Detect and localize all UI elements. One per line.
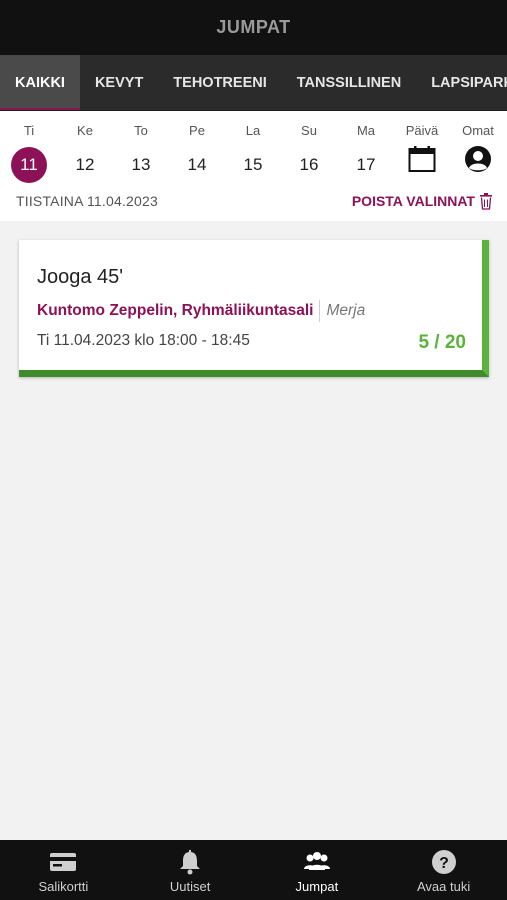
class-instructor: Merja (326, 302, 366, 319)
day-sunday[interactable]: Su 16 (281, 123, 337, 183)
clear-selections-label: POISTA VALINNAT (351, 193, 475, 209)
tab-kaikki[interactable]: KAIKKI (0, 55, 80, 110)
day-number: 13 (131, 155, 151, 174)
day-number: 17 (356, 155, 376, 174)
bottom-navigation: Salikortti Uutiset Jumpat ? Avaa tuki (0, 840, 507, 900)
day-friday[interactable]: Pe 14 (169, 123, 225, 183)
day-saturday[interactable]: La 15 (225, 123, 281, 183)
tab-label: TANSSILLINEN (296, 75, 402, 91)
day-wednesday[interactable]: Ke 12 (57, 123, 113, 183)
nav-label: Avaa tuki (417, 879, 471, 894)
page-title: JUMPAT (216, 17, 291, 37)
day-label: To (134, 123, 148, 138)
class-location-row: Kuntomo Zeppelin, Ryhmäliikuntasali Merj… (37, 300, 365, 322)
class-location: Kuntomo Zeppelin, Ryhmäliikuntasali (37, 302, 314, 319)
nav-salikortti[interactable]: Salikortti (0, 840, 127, 900)
nav-label: Uutiset (169, 879, 211, 894)
day-label: La (245, 123, 261, 138)
day-monday[interactable]: Ma 17 (338, 123, 394, 183)
day-number-selected: 11 (11, 147, 47, 183)
clear-selections-button[interactable]: POISTA VALINNAT (351, 192, 493, 210)
day-label: Ti (23, 123, 35, 138)
tab-tehotreeni[interactable]: TEHOTREENI (158, 55, 281, 110)
class-title: Jooga 45' (37, 266, 124, 288)
day-label: Su (301, 123, 317, 138)
tab-label: KEVYT (94, 75, 144, 91)
tab-label: LAPSIPARKKI (431, 75, 507, 91)
tab-kevyt[interactable]: KEVYT (80, 55, 158, 110)
day-number: 14 (187, 155, 207, 174)
svg-text:?: ? (439, 855, 449, 872)
class-card[interactable]: Jooga 45' Kuntomo Zeppelin, Ryhmäliikunt… (19, 240, 489, 377)
day-number: 15 (243, 155, 263, 174)
calendar-icon (408, 146, 436, 172)
user-icon (465, 146, 491, 172)
category-tabs: KAIKKI KEVYT TEHOTREENI TANSSILLINEN LAP… (0, 55, 507, 111)
top-bar: JUMPAT (0, 0, 507, 55)
own-classes-button[interactable]: Omat (450, 123, 506, 173)
tab-lapsiparkki[interactable]: LAPSIPARKKI (416, 55, 507, 110)
day-number: 12 (75, 155, 95, 174)
selected-date: TIISTAINA 11.04.2023 (16, 193, 159, 209)
group-icon (303, 852, 330, 870)
divider (319, 300, 321, 322)
nav-label: Jumpat (295, 879, 339, 894)
date-picker-label: Päivä (405, 123, 439, 138)
class-capacity: 5 / 20 (418, 332, 466, 353)
day-label: Pe (189, 123, 205, 138)
day-label: Ke (77, 123, 93, 138)
day-selector: Ti 11 Ke 12 To 13 Pe 14 La 15 Su 16 Ma 1… (0, 111, 507, 221)
nav-jumpat[interactable]: Jumpat (254, 840, 381, 900)
day-label: Ma (356, 123, 376, 138)
trash-icon (480, 192, 492, 210)
nav-avaa-tuki[interactable]: ? Avaa tuki (380, 840, 507, 900)
tab-label: TEHOTREENI (173, 75, 267, 91)
class-time: Ti 11.04.2023 klo 18:00 - 18:45 (37, 332, 250, 349)
tab-tanssillinen[interactable]: TANSSILLINEN (282, 55, 416, 110)
selected-date-row: TIISTAINA 11.04.2023 POISTA VALINNAT (16, 191, 493, 211)
bell-icon (180, 850, 201, 875)
nav-uutiset[interactable]: Uutiset (127, 840, 254, 900)
date-picker-button[interactable]: Päivä (394, 123, 450, 173)
day-tuesday[interactable]: Ti 11 (1, 123, 57, 183)
card-icon (50, 853, 77, 871)
day-number: 16 (299, 155, 319, 174)
day-thursday[interactable]: To 13 (113, 123, 169, 183)
tab-label: KAIKKI (15, 75, 65, 91)
nav-label: Salikortti (38, 879, 89, 894)
own-classes-label: Omat (462, 123, 494, 138)
help-icon: ? (431, 850, 456, 874)
